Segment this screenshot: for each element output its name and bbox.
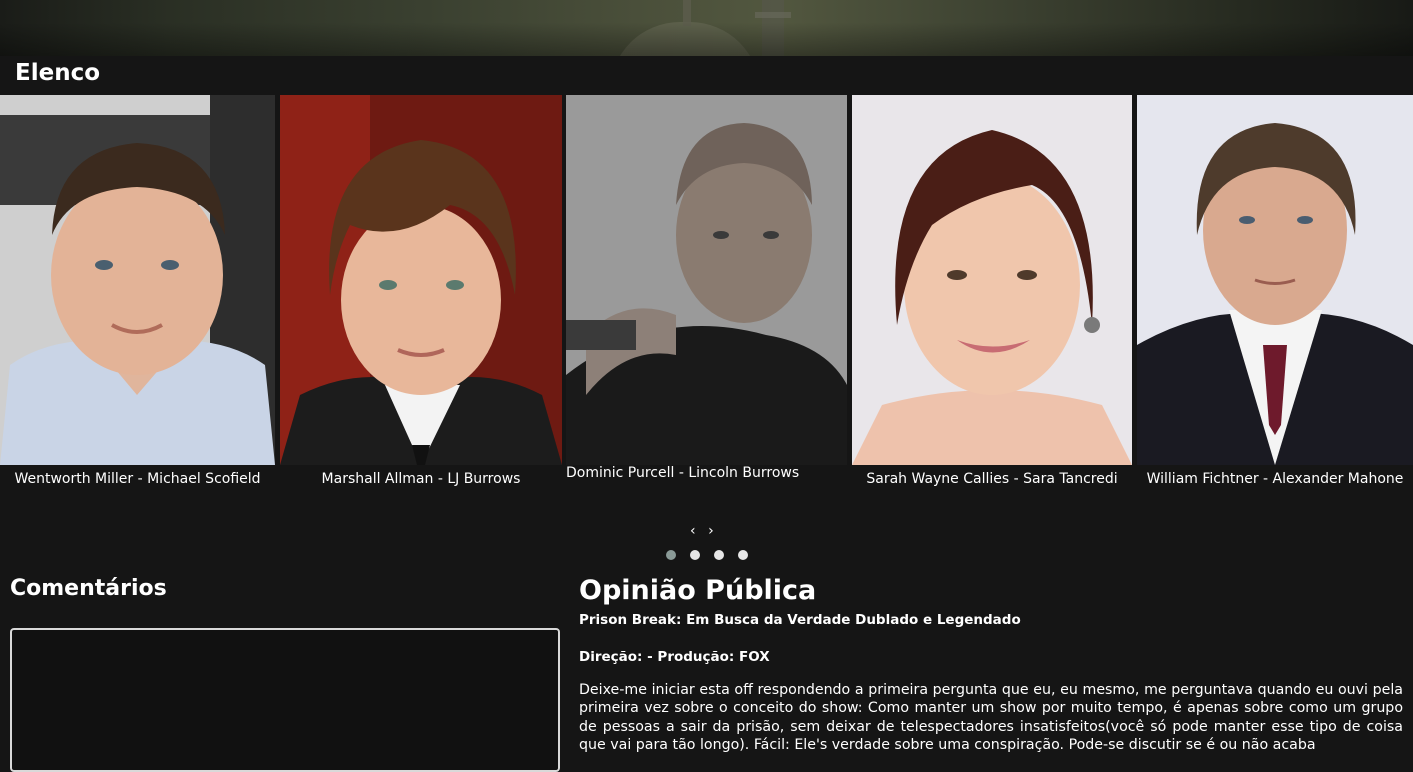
cast-caption: Sarah Wayne Callies - Sara Tancredi — [866, 471, 1118, 487]
opinion-body-text: Deixe-me iniciar esta off respondendo a … — [579, 682, 1403, 753]
comments-section-title: Comentários — [10, 576, 167, 601]
cast-photo[interactable] — [0, 95, 275, 465]
cast-photo[interactable] — [1137, 95, 1413, 465]
cast-photo[interactable] — [280, 95, 562, 465]
cast-caption: Marshall Allman - LJ Burrows — [321, 471, 521, 487]
opinion-section-title: Opinião Pública — [579, 575, 817, 606]
cast-photo[interactable] — [852, 95, 1132, 465]
cast-photo[interactable] — [566, 95, 847, 465]
show-title: Prison Break: Em Busca da Verdade Dublad… — [579, 612, 1021, 628]
carousel-pagination — [666, 550, 748, 560]
carousel-next-button[interactable]: › — [708, 523, 718, 539]
cast-caption: Wentworth Miller - Michael Scofield — [14, 471, 261, 487]
header-banner-image — [0, 0, 1413, 56]
cast-card[interactable]: William Fichtner - Alexander Mahone — [1137, 95, 1413, 495]
cast-card[interactable]: Marshall Allman - LJ Burrows — [280, 95, 562, 495]
cast-caption: Dominic Purcell - Lincoln Burrows — [566, 465, 800, 481]
carousel-arrows: ‹ › — [690, 523, 718, 539]
carousel-dot[interactable] — [690, 550, 700, 560]
comments-box[interactable] — [10, 628, 560, 772]
carousel-dot[interactable] — [666, 550, 676, 560]
cast-card[interactable]: Sarah Wayne Callies - Sara Tancredi — [852, 95, 1132, 495]
show-credits: Direção: - Produção: FOX — [579, 649, 770, 665]
carousel-dot[interactable] — [738, 550, 748, 560]
cast-section-title: Elenco — [15, 60, 101, 86]
carousel-dot[interactable] — [714, 550, 724, 560]
cast-caption: William Fichtner - Alexander Mahone — [1146, 471, 1404, 487]
cast-card[interactable]: Wentworth Miller - Michael Scofield — [0, 95, 275, 495]
cast-card[interactable]: Dominic Purcell - Lincoln Burrows — [566, 95, 847, 495]
carousel-prev-button[interactable]: ‹ — [690, 523, 700, 539]
